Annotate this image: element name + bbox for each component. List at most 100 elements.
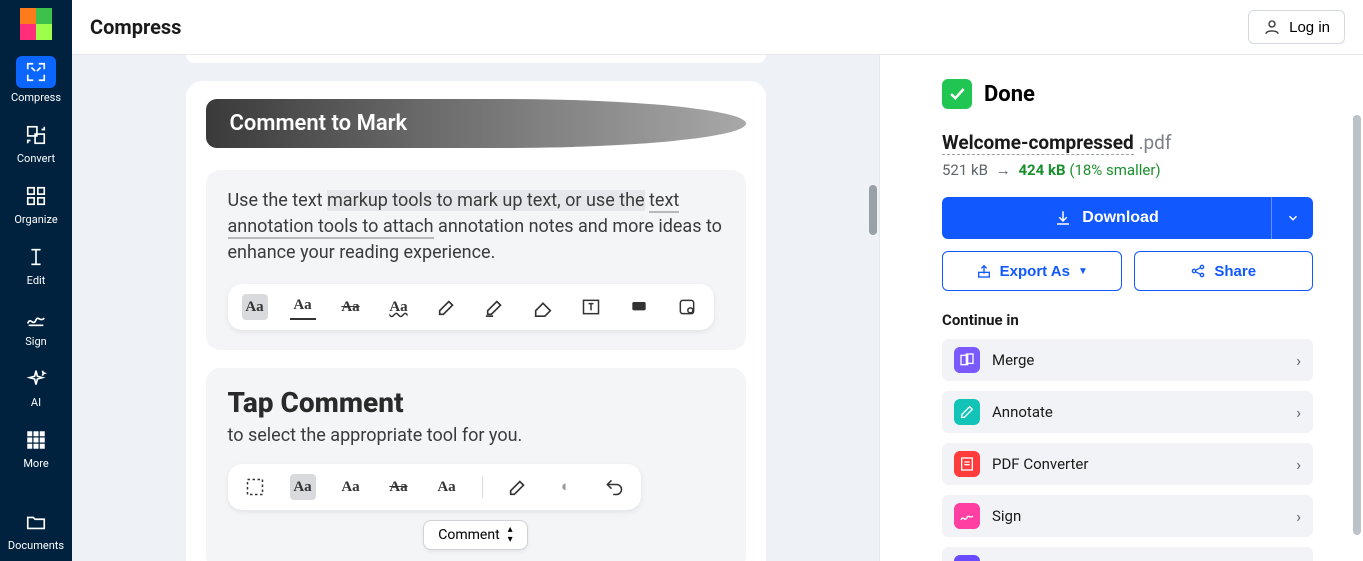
continue-label: PDF Converter <box>992 455 1284 473</box>
scrollbar-thumb[interactable] <box>869 185 877 235</box>
share-label: Share <box>1214 263 1256 280</box>
secondary-actions: Export As ▼ Share <box>942 251 1313 291</box>
export-as-button[interactable]: Export As ▼ <box>942 251 1122 291</box>
done-status: Done <box>942 79 1313 109</box>
continue-heading: Continue in <box>942 311 1313 329</box>
edit-icon <box>22 243 50 271</box>
sidebar-label: Organize <box>14 214 57 225</box>
highlighted-text: markup tools to mark up text, or use the <box>327 190 645 211</box>
continue-item-annotate[interactable]: Annotate › <box>942 391 1313 433</box>
sidebar-label: Compress <box>11 92 61 103</box>
continue-item-pdf-converter[interactable]: PDF Converter › <box>942 443 1313 485</box>
sidebar-item-documents[interactable]: Documents <box>0 500 72 561</box>
size-percent: (18% smaller) <box>1069 161 1160 179</box>
textbox-icon <box>578 294 604 320</box>
highlighter-alt-icon <box>482 294 508 320</box>
chevron-right-icon: › <box>1296 455 1301 474</box>
markup-toolbar: Aa Aa Aa Aa <box>228 284 714 330</box>
login-label: Log in <box>1289 19 1330 36</box>
login-button[interactable]: Log in <box>1248 10 1345 44</box>
text-style-highlight-icon: Aa <box>290 474 316 500</box>
sidebar-item-organize[interactable]: Organize <box>0 174 72 235</box>
download-options-button[interactable] <box>1271 197 1313 239</box>
sidebar-item-convert[interactable]: Convert <box>0 113 72 174</box>
text-run: Use the text <box>228 190 328 211</box>
download-label: Download <box>1082 209 1158 227</box>
top-bar: Compress Log in <box>72 0 1363 55</box>
text-style-underline-icon: Aa <box>290 294 316 320</box>
export-label: Export As <box>1000 263 1070 280</box>
documents-icon <box>22 508 50 536</box>
continue-item-rotate[interactable]: Rotate › <box>942 547 1313 561</box>
filename[interactable]: Welcome-compressed <box>942 131 1134 155</box>
original-size: 521 kB <box>942 161 988 179</box>
page-card: Comment to Mark Use the text markup tool… <box>186 81 766 561</box>
text-style-plain-icon: Aa <box>434 474 460 500</box>
highlighter-icon <box>505 474 531 500</box>
file-extension: .pdf <box>1134 131 1172 154</box>
chevron-down-icon <box>1286 211 1300 225</box>
export-icon <box>976 263 992 279</box>
section-subtext: to select the appropriate tool for you. <box>228 425 724 446</box>
main-area: Compress Log in Comment to Mark Use the … <box>72 0 1363 561</box>
app-root: Compress Convert Organize <box>0 0 1363 561</box>
body-paragraph: Use the text markup tools to mark up tex… <box>228 188 724 266</box>
logo[interactable] <box>0 0 72 48</box>
sidebar-item-sign[interactable]: Sign <box>0 296 72 357</box>
result-panel: Done Welcome-compressed .pdf 521 kB → 42… <box>879 55 1363 561</box>
ai-sparkle-icon <box>22 365 50 393</box>
size-row: 521 kB → 424 kB (18% smaller) <box>942 161 1313 179</box>
scrollbar-thumb[interactable] <box>1353 115 1361 535</box>
highlighter-icon <box>434 294 460 320</box>
stamp-icon <box>674 294 700 320</box>
filename-row: Welcome-compressed .pdf <box>942 131 1313 155</box>
caret-down-icon: ▼ <box>1078 266 1088 277</box>
chevron-right-icon: › <box>1296 507 1301 526</box>
pdf-converter-icon <box>954 451 980 477</box>
section-heading: Tap Comment <box>228 386 724 419</box>
undo-icon <box>601 474 627 500</box>
continue-item-sign[interactable]: Sign › <box>942 495 1313 537</box>
sidebar-item-ai[interactable]: AI <box>0 357 72 418</box>
text-style-strike-icon: Aa <box>386 474 412 500</box>
sign-icon <box>22 304 50 332</box>
merge-icon <box>954 347 980 373</box>
comment-dropdown: Comment ▴▾ <box>423 520 527 550</box>
sidebar-label: Convert <box>17 153 55 164</box>
rotate-icon <box>954 555 980 561</box>
selection-icon <box>242 474 268 500</box>
moon-icon: ◐ <box>553 474 579 500</box>
continue-label: Annotate <box>992 403 1284 421</box>
sidebar-item-more[interactable]: More <box>0 418 72 479</box>
share-button[interactable]: Share <box>1134 251 1314 291</box>
arrow-right-icon: → <box>992 161 1015 179</box>
download-button[interactable]: Download <box>942 197 1271 239</box>
organize-icon <box>22 182 50 210</box>
sidebar-label: More <box>23 458 48 469</box>
panel-scrollbar[interactable] <box>1349 55 1363 561</box>
annotate-icon <box>954 399 980 425</box>
sidebar-label: Edit <box>27 275 46 286</box>
continue-item-merge[interactable]: Merge › <box>942 339 1313 381</box>
user-icon <box>1263 18 1281 36</box>
text-style-plain-icon: Aa <box>338 474 364 500</box>
more-grid-icon <box>22 426 50 454</box>
updown-chevron-icon: ▴▾ <box>508 525 513 545</box>
preview-scrollbar[interactable] <box>865 55 879 561</box>
download-row: Download <box>942 197 1313 239</box>
sidebar-label: AI <box>31 397 41 408</box>
chevron-right-icon: › <box>1296 351 1301 370</box>
pdf-preview[interactable]: Comment to Mark Use the text markup tool… <box>72 55 879 561</box>
sidebar-item-edit[interactable]: Edit <box>0 235 72 296</box>
section-banner: Comment to Mark <box>206 99 746 148</box>
page-title: Compress <box>90 15 181 39</box>
note-icon <box>626 294 652 320</box>
text-block: Use the text markup tools to mark up tex… <box>206 170 746 350</box>
download-icon <box>1054 209 1072 227</box>
sidebar-label: Documents <box>8 540 64 551</box>
continue-label: Sign <box>992 507 1284 525</box>
eraser-icon <box>530 294 556 320</box>
sidebar-item-compress[interactable]: Compress <box>0 48 72 113</box>
convert-icon <box>22 121 50 149</box>
sign-action-icon <box>954 503 980 529</box>
